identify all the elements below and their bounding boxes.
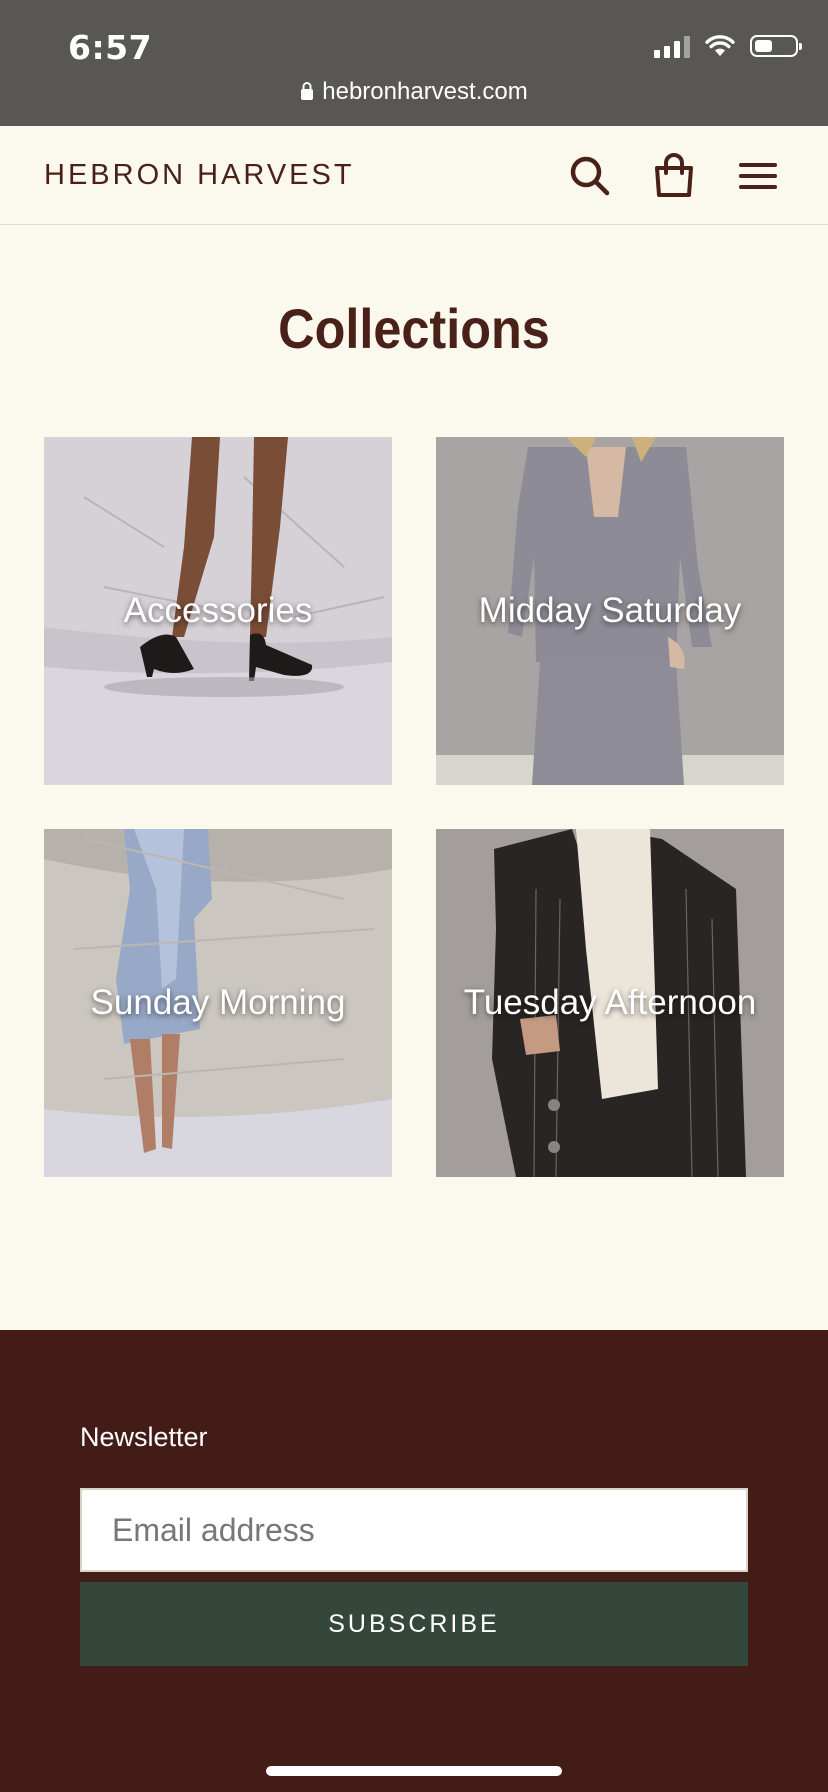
collection-tile-sunday-morning[interactable]: Sunday Morning: [44, 829, 392, 1177]
battery-icon: [750, 35, 802, 57]
subscribe-button[interactable]: SUBSCRIBE: [80, 1582, 748, 1666]
collection-tile-tuesday-afternoon[interactable]: Tuesday Afternoon: [436, 829, 784, 1177]
collection-label: Accessories: [123, 591, 313, 630]
wifi-icon: [705, 35, 735, 56]
collection-label: Tuesday Afternoon: [463, 983, 757, 1022]
site-header: HEBRON HARVEST: [0, 126, 828, 225]
brand-logo[interactable]: HEBRON HARVEST: [44, 159, 355, 192]
page-title: Collections: [278, 297, 550, 360]
url-text: hebronharvest.com: [322, 78, 528, 105]
collection-tile-midday-saturday[interactable]: Midday Saturday: [436, 437, 784, 785]
collection-tile-accessories[interactable]: Accessories: [44, 437, 392, 785]
menu-icon[interactable]: [734, 152, 782, 200]
site-footer: Newsletter SUBSCRIBE: [0, 1330, 828, 1792]
status-icons: [654, 34, 802, 58]
home-indicator[interactable]: [266, 1766, 562, 1776]
search-icon[interactable]: [566, 152, 614, 200]
collection-label: Sunday Morning: [90, 983, 346, 1022]
battery-level: [755, 40, 772, 52]
cellular-signal-icon: [654, 34, 690, 58]
shopping-bag-icon[interactable]: [650, 152, 698, 200]
collection-label: Midday Saturday: [478, 591, 742, 630]
lock-icon: [301, 82, 314, 100]
url-bar[interactable]: hebronharvest.com: [0, 78, 828, 106]
status-bar: 6:57 hebronharvest.com: [0, 0, 828, 126]
email-field[interactable]: [80, 1488, 748, 1572]
newsletter-heading: Newsletter: [80, 1422, 208, 1452]
status-time: 6:57: [68, 28, 153, 67]
